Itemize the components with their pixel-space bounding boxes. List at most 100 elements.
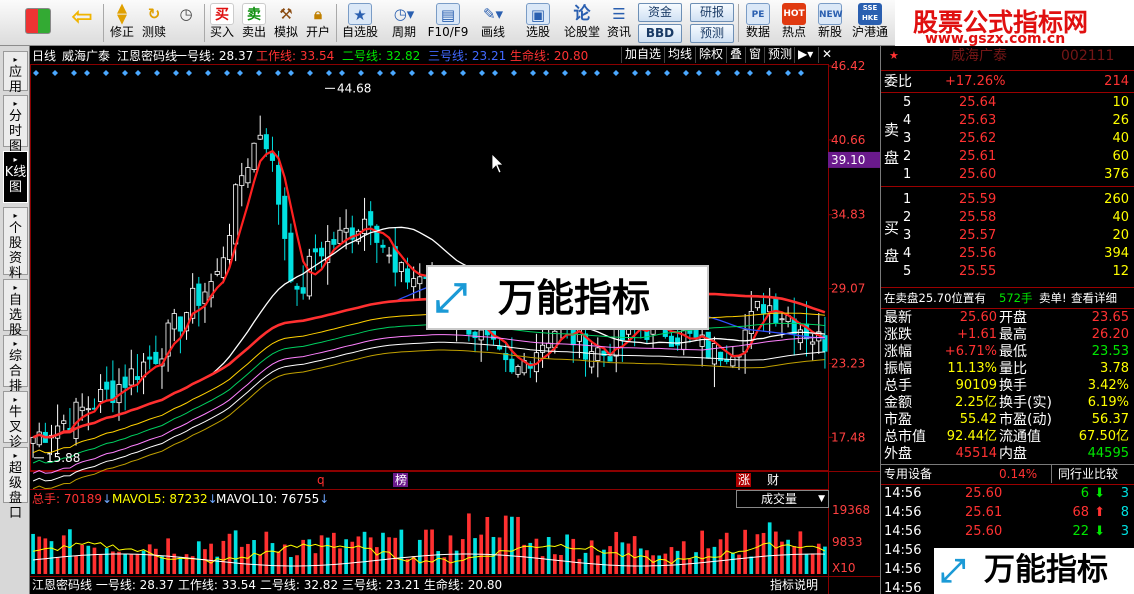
draw-line-button[interactable]: ✎▾ 画线 bbox=[474, 2, 512, 44]
left-tab-4[interactable]: ▸ 自选股 bbox=[3, 279, 28, 338]
candle-body bbox=[30, 436, 36, 444]
signal-diamond bbox=[562, 70, 568, 76]
candle-body bbox=[779, 318, 785, 321]
up-arrow-icon: ⬆ bbox=[1094, 505, 1105, 520]
ex-rights-button[interactable]: 除权 bbox=[695, 47, 727, 63]
signal-diamond bbox=[409, 70, 415, 76]
left-tab-5[interactable]: ▸综合排名 bbox=[3, 335, 28, 409]
clock-button[interactable]: ◷ bbox=[171, 2, 201, 44]
signal-diamond bbox=[479, 70, 485, 76]
left-tab-label: 个股资料 bbox=[8, 221, 22, 281]
hk-connect-label: 沪港通 bbox=[851, 25, 888, 39]
research-button[interactable]: 研报 bbox=[690, 3, 734, 22]
buy-label-1: 买 bbox=[884, 219, 900, 237]
news-button[interactable]: ☰ 资讯 bbox=[604, 2, 634, 44]
candle-body bbox=[282, 195, 288, 239]
hammer-icon: ⚒ bbox=[279, 5, 293, 23]
candle-body bbox=[171, 313, 177, 330]
buy-level: 2 bbox=[903, 210, 912, 225]
signal-diamond bbox=[358, 70, 364, 76]
industry-pct: 0.14% bbox=[999, 467, 1038, 481]
ma-button[interactable]: 均线 bbox=[664, 47, 696, 63]
lock-icon: 🔒︎ bbox=[314, 5, 322, 23]
candle-body bbox=[276, 164, 282, 205]
left-tab-1[interactable]: ▸ 分时图 bbox=[3, 95, 28, 154]
forum-button[interactable]: 论 论股堂 bbox=[562, 2, 602, 44]
forecast-button[interactable]: 预测 bbox=[690, 24, 734, 43]
watchlist-button[interactable]: ★ 自选股 bbox=[340, 2, 380, 44]
sell-button[interactable]: 卖 卖出 bbox=[239, 2, 269, 44]
new-stock-button[interactable]: NEW 新股 bbox=[814, 2, 846, 44]
left-tab-6[interactable]: ▸牛叉诊股 bbox=[3, 391, 28, 465]
grid-menu-button[interactable] bbox=[20, 2, 56, 44]
candle-body bbox=[417, 276, 423, 285]
open-account-button[interactable]: 🔒︎ 开户 bbox=[303, 2, 333, 44]
industry-name[interactable]: 专用设备 bbox=[884, 465, 932, 483]
hot-button[interactable]: HOT 热点 bbox=[778, 2, 810, 44]
work-line-value: 工作线: 33.54 bbox=[256, 49, 335, 63]
volume-selector[interactable]: 成交量 ▼ bbox=[736, 490, 829, 508]
quote-stock-code: 002111 bbox=[1061, 48, 1115, 64]
candle-body bbox=[153, 351, 159, 365]
modify-button[interactable]: ▲ ▼ 修正 bbox=[107, 2, 137, 44]
signal-diamond bbox=[492, 70, 498, 76]
signal-diamond bbox=[715, 70, 721, 76]
data-button[interactable]: PE 数据 bbox=[742, 2, 774, 44]
candle-body bbox=[312, 248, 318, 253]
f10-button[interactable]: ▤ F10/F9 bbox=[426, 2, 470, 44]
signal-diamond bbox=[511, 70, 517, 76]
sell-level: 5 bbox=[903, 95, 912, 110]
indicator-footer: 江恩密码线 一号线: 28.37 工作线: 33.54 二号线: 32.82 三… bbox=[32, 578, 503, 592]
forecast-chart-button[interactable]: 预测 bbox=[764, 47, 796, 63]
data-label: 数据 bbox=[745, 25, 770, 39]
industry-compare-button[interactable]: 同行业比较 bbox=[1051, 465, 1118, 483]
hk-connect-button[interactable]: SSE HKE 沪港通 bbox=[850, 2, 890, 44]
sell-price: 25.61 bbox=[959, 149, 997, 164]
window-button[interactable]: 窗 bbox=[745, 47, 765, 63]
news-label: 资讯 bbox=[606, 25, 631, 39]
star-icon: ★ bbox=[348, 3, 372, 25]
buy-button[interactable]: 买 买入 bbox=[207, 2, 237, 44]
volume-y-label: 19368 bbox=[832, 503, 870, 517]
stat-value: 26.20 bbox=[1091, 327, 1129, 342]
pe-icon: PE bbox=[746, 3, 770, 25]
buy-icon: 买 bbox=[210, 3, 234, 25]
left-tab-0[interactable]: ▸ 应用 bbox=[3, 51, 28, 95]
close-icon[interactable]: ✕ bbox=[818, 47, 836, 63]
overlay-logo-text: 万能指标 bbox=[498, 276, 651, 320]
left-tab-3[interactable]: ▸ 个股资料 bbox=[3, 207, 28, 281]
webi-diff: 214 bbox=[1104, 74, 1129, 89]
fund-button[interactable]: 资金 bbox=[638, 3, 682, 22]
forum-label: 论股堂 bbox=[563, 25, 600, 39]
bbd-button[interactable]: BBD bbox=[638, 24, 682, 43]
tick-volume: 22 bbox=[1072, 524, 1089, 539]
news-icon: ☰ bbox=[612, 5, 626, 23]
left-tab-7[interactable]: ▸ 超级盘口 bbox=[3, 447, 28, 521]
test-button[interactable]: ↻ 测赎 bbox=[139, 2, 169, 44]
order-info-detail-link[interactable]: 查看详细 bbox=[1071, 289, 1117, 307]
volume-selector-value: 成交量 bbox=[761, 492, 798, 506]
play-icon[interactable]: ▶▾ bbox=[794, 47, 817, 63]
period-button[interactable]: ◷▾ 周期 bbox=[384, 2, 424, 44]
left-tab-2[interactable]: ▸ K线图 bbox=[3, 151, 28, 203]
clock-icon: ◷ bbox=[179, 5, 193, 23]
indicator-help-link[interactable]: 指标说明 bbox=[770, 578, 818, 592]
left-tab-label: 应用 bbox=[8, 65, 22, 95]
overlay-button[interactable]: 叠 bbox=[726, 47, 746, 63]
signal-diamond bbox=[205, 70, 211, 76]
add-watchlist-button[interactable]: 加自选 bbox=[621, 47, 665, 63]
candle-body bbox=[540, 344, 546, 353]
candle-body bbox=[337, 229, 343, 244]
quote-panel: ★ 威海广泰 002111 委比 +17.26% 214 5 25.64 10 4 25.63 26 3… bbox=[880, 46, 1134, 594]
stock-select-button[interactable]: ▣ 选股 bbox=[518, 2, 558, 44]
sell-volume: 40 bbox=[1112, 131, 1129, 146]
kline-chart[interactable]: 46.42 40.66 34.83 29.07 23.23 17.48 39.10 44.68… bbox=[30, 46, 880, 594]
signal-diamond bbox=[84, 70, 90, 76]
simulate-button[interactable]: ⚒ 模拟 bbox=[271, 2, 301, 44]
stat-value: 25.60 bbox=[959, 310, 997, 325]
back-button[interactable]: ⇦ bbox=[64, 2, 100, 44]
stat-value: 55.42 bbox=[959, 412, 997, 427]
candle-body bbox=[705, 331, 711, 359]
candle-body bbox=[810, 341, 816, 345]
divider bbox=[881, 287, 1134, 288]
